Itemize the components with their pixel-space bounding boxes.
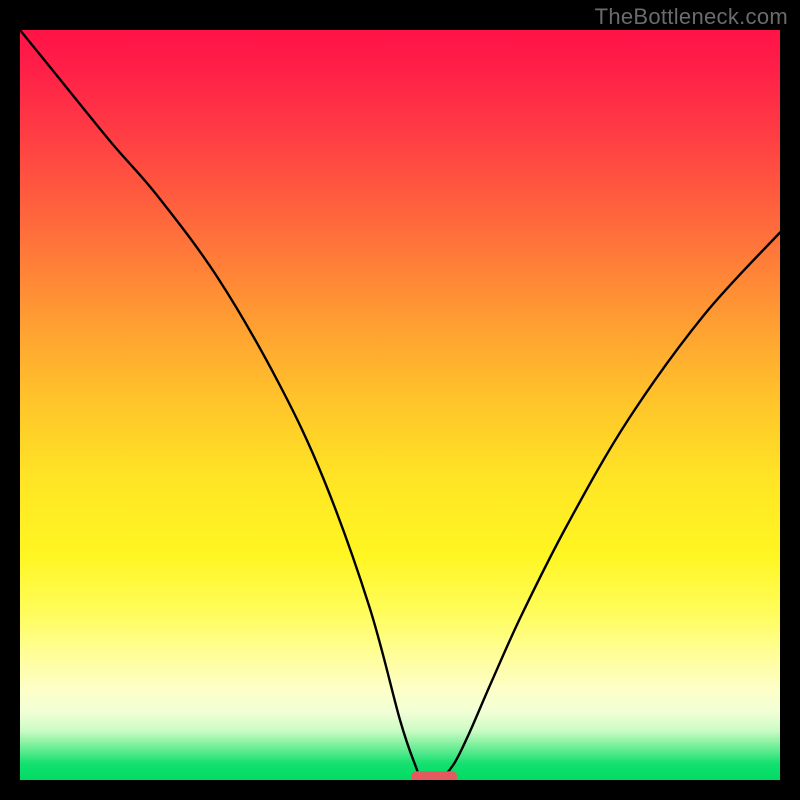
plot-area — [20, 30, 780, 780]
optimal-range-marker — [411, 771, 457, 780]
watermark-text: TheBottleneck.com — [595, 4, 788, 30]
chart-svg — [20, 30, 780, 780]
bottleneck-curve — [20, 30, 780, 780]
chart-frame: TheBottleneck.com — [0, 0, 800, 800]
